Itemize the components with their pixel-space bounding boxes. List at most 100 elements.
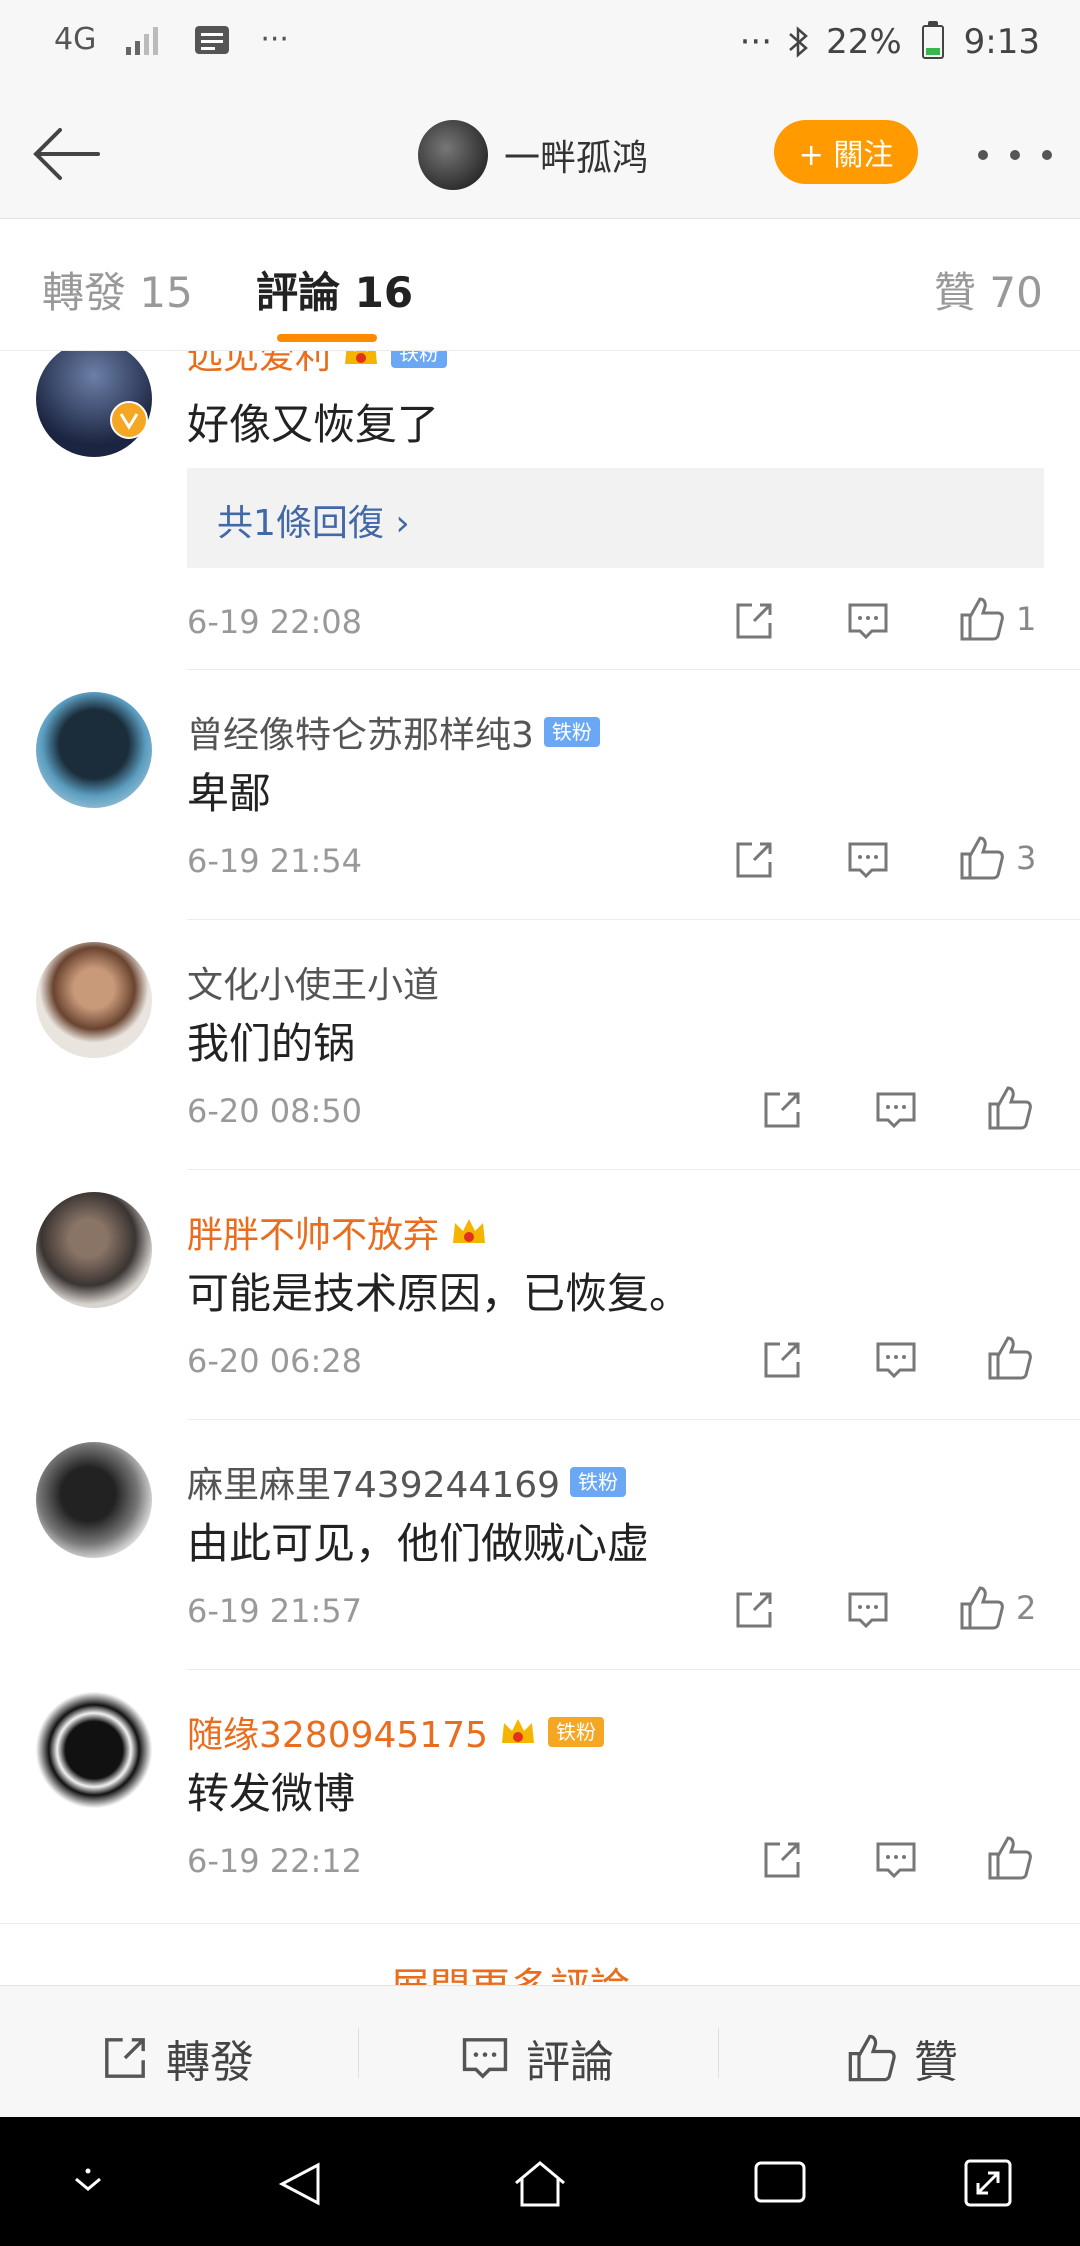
comment-time: 6-19 22:12 bbox=[187, 1842, 363, 1880]
recent-apps-icon[interactable] bbox=[752, 2157, 808, 2207]
like-button[interactable] bbox=[986, 1334, 1034, 1382]
comment-icon bbox=[848, 842, 888, 879]
share-button[interactable] bbox=[732, 1588, 776, 1632]
avatar[interactable] bbox=[36, 1442, 152, 1558]
divider bbox=[187, 1169, 1080, 1170]
share-button[interactable] bbox=[732, 599, 776, 643]
comment-time: 6-19 22:08 bbox=[187, 603, 363, 641]
thumbs-up-icon bbox=[988, 1086, 1032, 1130]
thumbs-up-icon bbox=[960, 836, 1004, 880]
back-arrow-icon[interactable] bbox=[26, 122, 106, 186]
like-button[interactable]: 1 bbox=[958, 595, 1036, 643]
bottom-action-bar: 轉發 評論 贊 bbox=[0, 1985, 1080, 2118]
user-header[interactable]: 一畔孤鸿 bbox=[418, 120, 648, 190]
avatar[interactable] bbox=[36, 1692, 152, 1808]
tab-bar: 轉發 15 評論 16 贊 70 bbox=[0, 219, 1080, 351]
tab-likes[interactable]: 贊 70 bbox=[934, 259, 1043, 320]
thumbs-up-icon bbox=[988, 1336, 1032, 1380]
avatar[interactable] bbox=[418, 120, 488, 190]
comment-button[interactable]: 評論 bbox=[460, 2026, 614, 2090]
comment-icon bbox=[462, 2038, 508, 2079]
share-icon bbox=[764, 1092, 800, 1128]
screen-rotate-icon[interactable] bbox=[962, 2157, 1014, 2209]
divider bbox=[187, 1419, 1080, 1420]
status-bar: 4G ··· ··· 22% 9:13 bbox=[0, 0, 1080, 90]
share-icon bbox=[736, 603, 772, 639]
home-icon[interactable] bbox=[510, 2157, 570, 2211]
reply-button[interactable] bbox=[846, 838, 890, 882]
reply-button[interactable] bbox=[846, 1588, 890, 1632]
avatar[interactable] bbox=[36, 692, 152, 808]
comment-time: 6-20 06:28 bbox=[187, 1342, 363, 1380]
more-status-icon: ··· bbox=[260, 22, 289, 57]
comment-time: 6-19 21:57 bbox=[187, 1592, 363, 1630]
share-button[interactable] bbox=[760, 1838, 804, 1882]
share-icon bbox=[736, 1592, 772, 1628]
comment-text: 由此可见，他们做贼心虚 bbox=[187, 1519, 650, 1568]
follow-label: + 關注 bbox=[798, 138, 894, 173]
crown-icon bbox=[345, 351, 378, 364]
comment-text: 我们的锅 bbox=[187, 1019, 356, 1068]
reply-button[interactable] bbox=[874, 1338, 918, 1382]
thumbs-up-icon bbox=[960, 597, 1004, 641]
crown-icon bbox=[502, 1719, 535, 1743]
like-count: 1 bbox=[1016, 600, 1037, 638]
share-icon bbox=[736, 842, 772, 878]
battery-percent: 22% bbox=[826, 22, 902, 62]
comment-author[interactable]: 胖胖不帅不放弃 bbox=[187, 1206, 489, 1258]
divider bbox=[187, 919, 1080, 920]
comment-icon bbox=[876, 1342, 916, 1379]
comment-icon bbox=[876, 1092, 916, 1129]
reply-preview[interactable]: 共1條回復 › bbox=[187, 468, 1044, 568]
reply-button[interactable] bbox=[874, 1838, 918, 1882]
reply-count-link[interactable]: 共1條回復 › bbox=[217, 494, 410, 546]
reply-button[interactable] bbox=[846, 599, 890, 643]
like-post-button[interactable]: 贊 bbox=[846, 2026, 958, 2090]
divider bbox=[187, 669, 1080, 670]
like-button[interactable]: 3 bbox=[958, 834, 1036, 882]
tab-comments[interactable]: 評論 16 bbox=[256, 259, 413, 320]
share-button[interactable] bbox=[732, 838, 776, 882]
share-icon bbox=[764, 1342, 800, 1378]
divider bbox=[358, 2028, 359, 2078]
comment-author[interactable]: 麻里麻里7439244169 铁粉 bbox=[187, 1456, 627, 1508]
clock: 9:13 bbox=[963, 22, 1040, 62]
user-name: 一畔孤鸿 bbox=[504, 138, 649, 179]
like-label: 贊 bbox=[914, 2037, 958, 2088]
system-nav-bar bbox=[0, 2117, 1080, 2246]
comment-time: 6-19 21:54 bbox=[187, 842, 363, 880]
follow-button[interactable]: + 關注 bbox=[774, 120, 918, 184]
tab-forward[interactable]: 轉發 15 bbox=[42, 259, 193, 320]
comment-icon bbox=[848, 603, 888, 640]
like-button[interactable] bbox=[986, 1834, 1034, 1882]
comment-time: 6-20 08:50 bbox=[187, 1092, 363, 1130]
divider bbox=[0, 1923, 1080, 1924]
like-count: 3 bbox=[1016, 839, 1037, 877]
back-nav-icon[interactable] bbox=[274, 2157, 328, 2211]
comment-text: 好像又恢复了 bbox=[187, 400, 440, 449]
comment-author[interactable]: 远见爱利 铁粉 bbox=[187, 351, 448, 379]
comment-author[interactable]: 文化小使王小道 bbox=[187, 956, 439, 1008]
like-button[interactable]: 2 bbox=[958, 1584, 1036, 1632]
network-label: 4G bbox=[54, 22, 97, 57]
reply-button[interactable] bbox=[874, 1088, 918, 1132]
message-icon bbox=[195, 25, 230, 54]
comment-author[interactable]: 随缘3280945175 铁粉 bbox=[187, 1706, 605, 1758]
battery-icon bbox=[921, 21, 944, 59]
forward-button[interactable]: 轉發 bbox=[100, 2026, 254, 2090]
more-options-icon[interactable] bbox=[978, 140, 1052, 170]
chevron-down-icon[interactable] bbox=[66, 2157, 110, 2201]
expand-more-comments-link[interactable]: 展開更多評論 ⌄ bbox=[390, 1955, 676, 1985]
avatar[interactable] bbox=[36, 1192, 152, 1308]
comment-text: 转发微博 bbox=[187, 1769, 356, 1818]
comment-icon bbox=[876, 1842, 916, 1879]
comment-author[interactable]: 曾经像特仑苏那样纯3 铁粉 bbox=[187, 706, 600, 758]
divider bbox=[187, 1669, 1080, 1670]
like-button[interactable] bbox=[986, 1084, 1034, 1132]
avatar[interactable] bbox=[36, 942, 152, 1058]
comment-text: 卑鄙 bbox=[187, 769, 272, 818]
crown-icon bbox=[453, 1219, 486, 1243]
share-button[interactable] bbox=[760, 1338, 804, 1382]
like-count: 2 bbox=[1016, 1589, 1037, 1627]
share-button[interactable] bbox=[760, 1088, 804, 1132]
